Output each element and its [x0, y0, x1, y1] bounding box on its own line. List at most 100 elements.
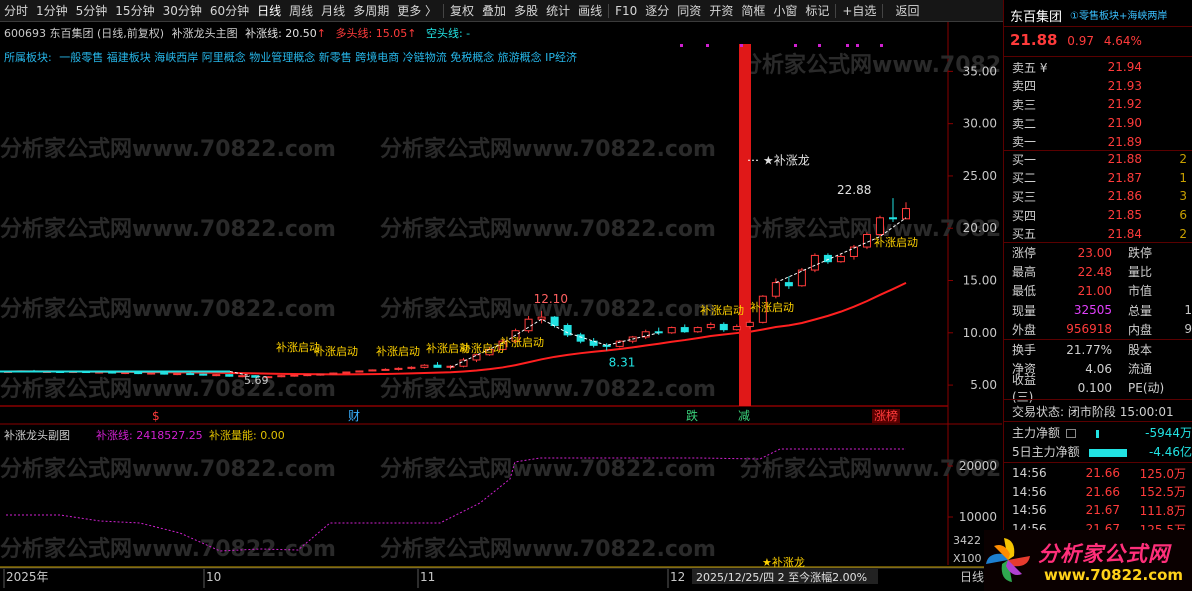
- stat-value: 956918: [1066, 322, 1112, 337]
- quote-panel: 东百集团 ①零售板块+海峡两岸 21.88 0.97 4.64% 卖五 ¥ 21.…: [1003, 0, 1192, 591]
- signal-dot: [880, 44, 883, 47]
- toolbar-item[interactable]: 返回: [891, 2, 923, 19]
- candle-body: [902, 208, 910, 220]
- tick-row: 14:56 21.66 125.0万: [1004, 464, 1192, 483]
- quote-row-price: 21.87: [1107, 170, 1142, 185]
- toolbar-item[interactable]: 日线: [253, 2, 285, 19]
- trade-status-label: 交易状态:: [1012, 405, 1065, 419]
- toolbar-item[interactable]: 周线: [285, 2, 317, 19]
- quote-row-price: 21.90: [1107, 116, 1142, 131]
- candle-body: [290, 374, 299, 377]
- timeline-label: 11: [420, 570, 435, 584]
- watermark-text: 分析家公式网www.70822.com: [0, 536, 336, 562]
- toolbar-item[interactable]: 同资: [673, 2, 705, 19]
- toolbar-item[interactable]: 1分钟: [32, 2, 72, 19]
- stats-row: 外盘 956918 内盘 9: [1004, 320, 1192, 339]
- start-label: 补涨启动: [460, 342, 504, 355]
- stat-value: 0.100: [1077, 380, 1112, 395]
- toolbar-item[interactable]: 简框: [737, 2, 769, 19]
- y-tick-label: 15.00: [963, 274, 997, 288]
- indicator-name[interactable]: 补涨龙头主图: [172, 27, 238, 40]
- sector-list: 所属板块: 一般零售 福建板块 海峡西岸 阿里概念 物业管理概念 新零售 跨境电…: [4, 49, 577, 65]
- stat-label: 跌停: [1128, 246, 1153, 261]
- quote-row-label: 卖四: [1012, 79, 1037, 94]
- candle-body: [823, 254, 832, 263]
- toolbar-item[interactable]: 多股: [510, 2, 542, 19]
- toolbar-item[interactable]: 画线: [574, 2, 606, 19]
- sub-y-tick-label: 20000: [959, 459, 997, 473]
- toolbar-item[interactable]: 分时: [0, 2, 32, 19]
- stats-row: 换手 21.77% 股本: [1004, 340, 1192, 359]
- candle-body: [121, 372, 130, 375]
- menu-icon[interactable]: [1065, 429, 1076, 438]
- low-label-0: 5.69: [244, 374, 269, 387]
- main-flow-value: -5944万: [1145, 426, 1192, 440]
- toolbar-item[interactable]: 5分钟: [72, 2, 112, 19]
- stat-label: 市值: [1128, 284, 1153, 299]
- trade-status: 交易状态: 闭市阶段 15:00:01: [1012, 403, 1174, 420]
- toolbar-item[interactable]: 多周期: [349, 2, 393, 19]
- toolbar-item[interactable]: 叠加: [478, 2, 510, 19]
- candle-body: [680, 327, 689, 333]
- start-label: 补涨启动: [314, 345, 358, 358]
- stat-label: 内盘: [1128, 322, 1153, 337]
- quote-row-price: 21.94: [1107, 60, 1142, 75]
- start-label: 补涨启动: [376, 345, 420, 358]
- candle-body: [329, 372, 338, 375]
- quote-row-label: 买二: [1012, 171, 1037, 186]
- toolbar-item[interactable]: 逐分: [641, 2, 673, 19]
- toolbar-item[interactable]: 15分钟: [111, 2, 158, 19]
- stat-value: 9: [1184, 322, 1192, 337]
- watermark-text: 分析家公式网www.70822.com: [0, 216, 336, 242]
- stat-value: 22.48: [1077, 264, 1112, 279]
- quote-row-price: 21.88: [1107, 152, 1142, 167]
- stat-label: 股本: [1128, 343, 1153, 358]
- quote-row-price: 21.84: [1107, 226, 1142, 241]
- quote-price: 21.88: [1010, 31, 1058, 49]
- candle-body: [719, 323, 728, 331]
- candle-body: [693, 327, 702, 333]
- kline-chart[interactable]: 分析家公式网www.70822.com 分析家公式网www.70822.com 分析…: [0, 22, 1002, 589]
- signal-dot: [706, 44, 709, 47]
- toolbar-item[interactable]: 小窗: [769, 2, 801, 19]
- candle-body: [654, 331, 663, 334]
- sell-orders: 卖五 ¥ 21.94 卖四 21.93 卖三 21.92 卖二 21.90 卖一 21.89: [1004, 58, 1192, 151]
- candle-body: [225, 374, 234, 377]
- y-tick-label: 20.00: [963, 221, 997, 235]
- tick-time: 14:56: [1012, 484, 1047, 499]
- toolbar-item[interactable]: F10: [611, 4, 641, 18]
- site-logo: 分析家公式网 www.70822.com: [984, 530, 1192, 591]
- buzhang-value: 20.50: [285, 27, 317, 40]
- stat-label: 最高: [1012, 265, 1037, 280]
- stat-value: 1: [1184, 303, 1192, 318]
- toolbar-item[interactable]: 开资: [705, 2, 737, 19]
- toolbar-item[interactable]: +自选: [838, 2, 880, 19]
- quote-stock-name: 东百集团: [1010, 10, 1063, 25]
- quote-row: 买五 21.84 2: [1004, 224, 1192, 243]
- toolbar-item[interactable]: 标记: [801, 2, 833, 19]
- quote-row-volume: 6: [1179, 208, 1187, 223]
- candle-body: [368, 369, 377, 372]
- quote-sector[interactable]: ①零售板块+海峡两岸: [1070, 7, 1192, 22]
- stat-label: 最低: [1012, 284, 1037, 299]
- sectors-value[interactable]: 一般零售 福建板块 海峡西岸 阿里概念 物业管理概念 新零售 跨境电商 冷链物流…: [59, 51, 577, 64]
- toolbar-item[interactable]: 复权: [446, 2, 478, 19]
- quote-price-line: 21.88 0.97 4.64%: [1010, 31, 1142, 49]
- quote-row-label: 卖五 ¥: [1012, 60, 1048, 75]
- candle-body: [602, 344, 611, 347]
- stat-label: PE(动): [1128, 381, 1165, 396]
- candle-body: [433, 364, 442, 368]
- main-flow5-label: 5日主力净额: [1012, 445, 1080, 459]
- sub-energy-label: 补涨量能: 0.00: [209, 428, 285, 442]
- toolbar-item[interactable]: 统计: [542, 2, 574, 19]
- bottom-marker: $: [152, 409, 160, 423]
- toolbar-item[interactable]: 60分钟: [206, 2, 253, 19]
- candle-body: [303, 374, 312, 377]
- toolbar-item[interactable]: 30分钟: [159, 2, 206, 19]
- toolbar-item[interactable]: 月线: [317, 2, 349, 19]
- candle-body: [160, 372, 169, 375]
- watermark-text: 分析家公式网www.70822.com: [380, 536, 716, 562]
- toolbar-item[interactable]: 更多 〉: [393, 2, 441, 19]
- y-tick-label: 10.00: [963, 326, 997, 340]
- quote-row-label: 卖一: [1012, 135, 1037, 150]
